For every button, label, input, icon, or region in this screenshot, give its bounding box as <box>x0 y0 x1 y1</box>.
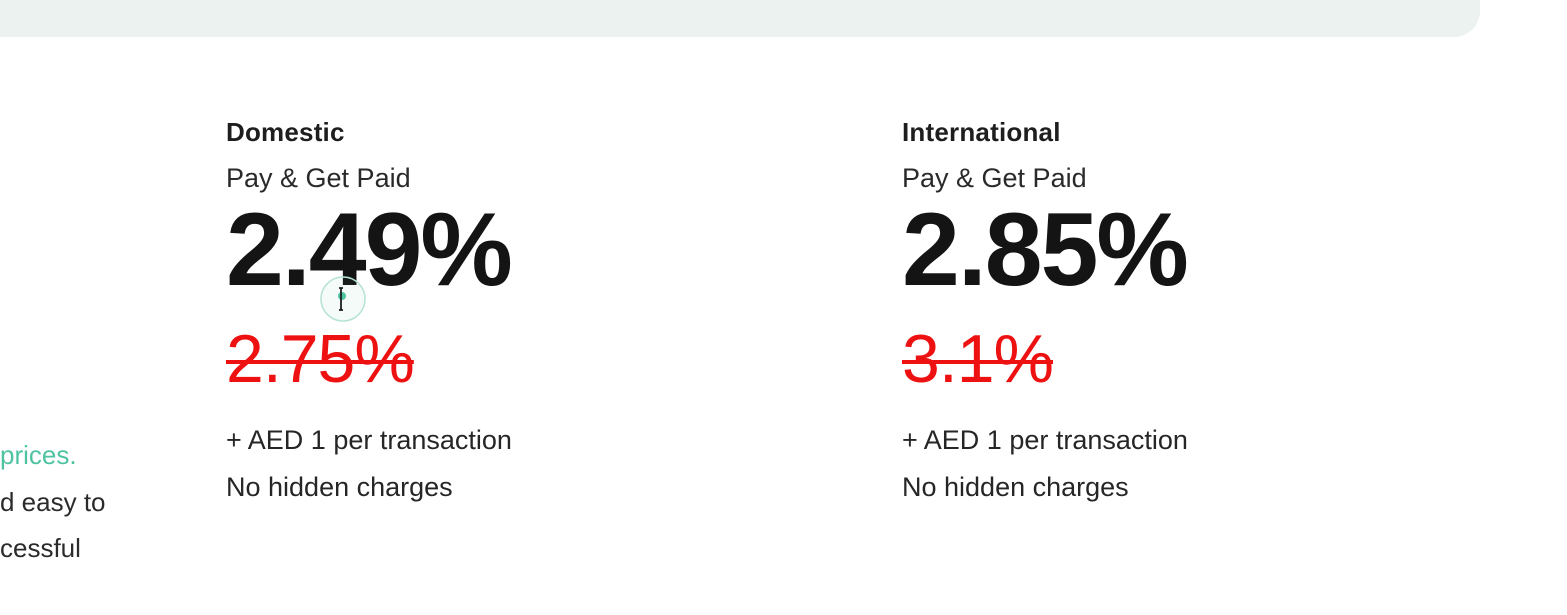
international-pricing-card: International Pay & Get Paid 2.85% 3.1% … <box>902 116 1422 503</box>
international-fee: + AED 1 per transaction <box>902 425 1188 455</box>
pricing-section: prices. d easy to cessful Domestic Pay &… <box>0 0 1567 615</box>
domestic-old-rate: 2.75% <box>226 321 415 397</box>
left-panel-text-line: d easy to <box>0 487 106 517</box>
international-title: International <box>902 117 1061 147</box>
international-old-rate: 3.1% <box>902 321 1054 397</box>
top-banner <box>0 0 1480 37</box>
domestic-pricing-card: Domestic Pay & Get Paid 2.49% 2.75% + AE… <box>226 116 746 503</box>
domestic-fee: + AED 1 per transaction <box>226 425 512 455</box>
text-cursor-icon <box>320 276 366 322</box>
left-panel-text-line: cessful <box>0 533 81 563</box>
international-subtitle: Pay & Get Paid <box>902 163 1087 193</box>
international-rate: 2.85% <box>902 192 1189 308</box>
domestic-title: Domestic <box>226 117 345 147</box>
international-note: No hidden charges <box>902 472 1129 502</box>
domestic-rate: 2.49% <box>226 192 513 308</box>
domestic-note: No hidden charges <box>226 472 453 502</box>
left-panel-accent-text: prices. <box>0 440 77 470</box>
domestic-subtitle: Pay & Get Paid <box>226 163 411 193</box>
